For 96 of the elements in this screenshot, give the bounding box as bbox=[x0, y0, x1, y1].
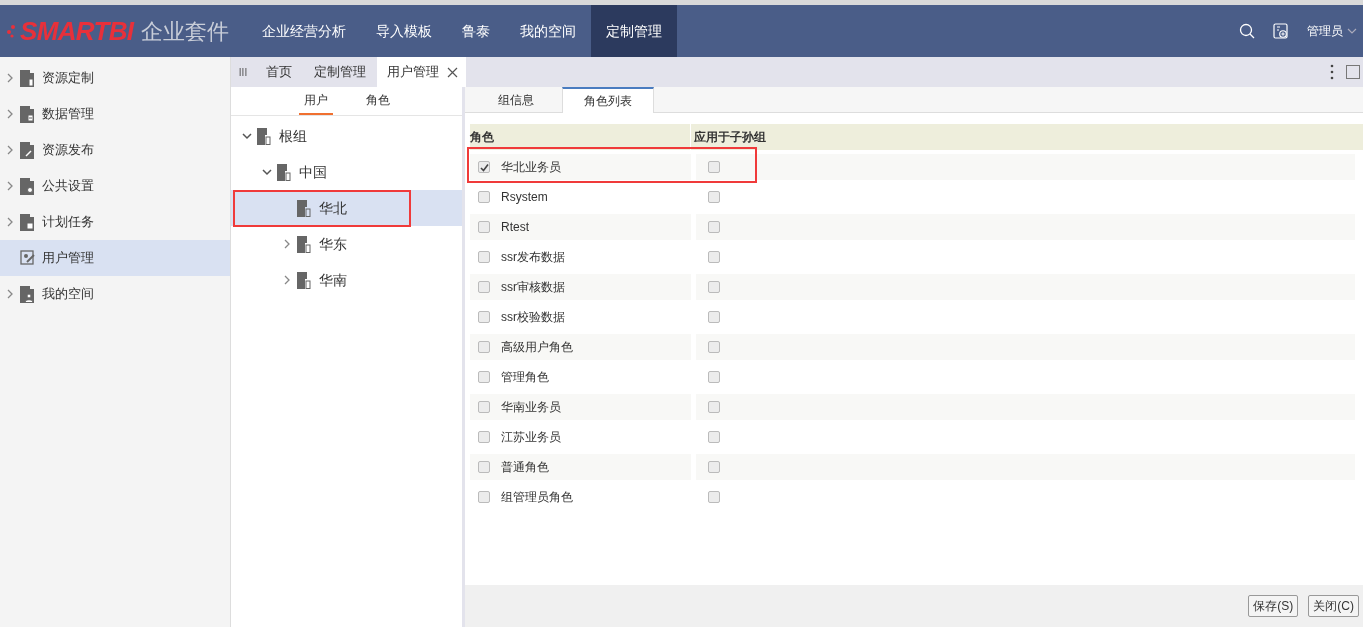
table-cell-text: ssr审核数据 bbox=[501, 279, 565, 296]
table-cell-text: Rsystem bbox=[501, 189, 548, 206]
chevron-right-icon[interactable] bbox=[283, 239, 291, 249]
group-icon bbox=[277, 163, 291, 181]
drag-handle[interactable]: III bbox=[231, 57, 255, 87]
document-add-icon[interactable] bbox=[1273, 23, 1289, 39]
folder-icon bbox=[20, 105, 34, 123]
table-cell-text: 江苏业务员 bbox=[501, 429, 561, 446]
table-cell-text: 华南业务员 bbox=[501, 399, 561, 416]
panel-tab[interactable]: 用户 bbox=[298, 87, 333, 115]
action-button[interactable]: 关闭(C) bbox=[1308, 595, 1359, 617]
checkbox[interactable] bbox=[708, 221, 720, 233]
detail-tab[interactable]: 角色列表 bbox=[562, 87, 654, 113]
product-name: 企业套件 bbox=[141, 17, 230, 46]
folder-icon bbox=[20, 69, 34, 87]
column-header: 应用于子孙组 bbox=[694, 129, 766, 146]
action-button[interactable]: 保存(S) bbox=[1248, 595, 1299, 617]
close-icon[interactable] bbox=[447, 66, 458, 78]
checkbox[interactable] bbox=[708, 401, 720, 413]
checkbox[interactable] bbox=[708, 341, 720, 353]
table-cell-text: Rtest bbox=[501, 219, 529, 236]
nav-tab[interactable]: 企业经营分析 bbox=[247, 5, 362, 57]
sidebar-item[interactable]: 资源定制 bbox=[0, 60, 230, 96]
chevron-down-icon[interactable] bbox=[262, 168, 272, 176]
table-cell-text: 高级用户角色 bbox=[501, 339, 573, 356]
sidebar-item[interactable]: 资源发布 bbox=[0, 132, 230, 168]
nav-tab[interactable]: 定制管理 bbox=[591, 5, 678, 57]
folder-icon bbox=[20, 213, 34, 231]
sidebar-item[interactable]: 数据管理 bbox=[0, 96, 230, 132]
group-icon bbox=[257, 127, 271, 145]
checkbox[interactable] bbox=[478, 461, 490, 473]
checkbox[interactable] bbox=[708, 251, 720, 263]
chevron-right-icon[interactable] bbox=[6, 289, 14, 299]
table-cell-text: 管理角色 bbox=[501, 369, 549, 386]
tree-node[interactable]: 根组 bbox=[231, 118, 462, 154]
chevron-right-icon[interactable] bbox=[6, 109, 14, 119]
sidebar-item[interactable]: 我的空间 bbox=[0, 276, 230, 312]
checkbox[interactable] bbox=[478, 491, 490, 503]
tree-node[interactable]: 中国 bbox=[231, 154, 462, 190]
nav-tab[interactable]: 我的空间 bbox=[505, 5, 592, 57]
detail-tab[interactable]: 组信息 bbox=[470, 87, 562, 112]
brand-logo: SMARTBI bbox=[20, 14, 134, 48]
page-tab[interactable]: 首页 bbox=[255, 57, 303, 87]
user-menu[interactable]: 管理员 bbox=[1307, 22, 1357, 40]
maximize-icon[interactable] bbox=[1346, 65, 1360, 79]
folder-icon bbox=[20, 285, 34, 303]
page-tab[interactable]: 用户管理 bbox=[377, 57, 466, 87]
table-cell-text: ssr校验数据 bbox=[501, 309, 565, 326]
group-icon bbox=[297, 235, 311, 253]
tree-node[interactable]: 华北 bbox=[231, 190, 462, 226]
more-options-icon[interactable] bbox=[1330, 64, 1334, 80]
nav-tab[interactable]: 鲁泰 bbox=[447, 5, 506, 57]
checkbox[interactable] bbox=[478, 191, 490, 203]
nav-tab[interactable]: 导入模板 bbox=[361, 5, 448, 57]
search-icon[interactable] bbox=[1239, 23, 1255, 39]
sidebar-item[interactable]: 公共设置 bbox=[0, 168, 230, 204]
checkbox[interactable] bbox=[478, 281, 490, 293]
chevron-right-icon[interactable] bbox=[6, 73, 14, 83]
checkbox[interactable] bbox=[708, 431, 720, 443]
chevron-down-icon[interactable] bbox=[242, 132, 252, 140]
chevron-right-icon[interactable] bbox=[6, 217, 14, 227]
checkbox[interactable] bbox=[708, 281, 720, 293]
checkbox[interactable] bbox=[478, 221, 490, 233]
chevron-right-icon[interactable] bbox=[6, 181, 14, 191]
table-cell-text: 组管理员角色 bbox=[501, 489, 573, 506]
checkbox[interactable] bbox=[708, 311, 720, 323]
checkbox[interactable] bbox=[478, 251, 490, 263]
tree-node[interactable]: 华东 bbox=[231, 226, 462, 262]
table-cell-text: 普通角色 bbox=[501, 459, 549, 476]
checkbox[interactable] bbox=[478, 431, 490, 443]
checkbox[interactable] bbox=[708, 491, 720, 503]
logo-dots-icon bbox=[6, 24, 16, 38]
panel-tab[interactable]: 角色 bbox=[360, 87, 395, 115]
chevron-right-icon[interactable] bbox=[283, 275, 291, 285]
column-header: 角色 bbox=[470, 129, 494, 146]
checkbox[interactable] bbox=[478, 401, 490, 413]
group-icon bbox=[297, 271, 311, 289]
page-tab[interactable]: 定制管理 bbox=[303, 57, 377, 87]
checkbox[interactable] bbox=[708, 161, 720, 173]
checkbox[interactable] bbox=[478, 161, 490, 173]
group-icon bbox=[297, 199, 311, 217]
table-cell-text: 华北业务员 bbox=[501, 159, 561, 176]
checkbox[interactable] bbox=[708, 371, 720, 383]
checkbox[interactable] bbox=[708, 191, 720, 203]
table-cell-text: ssr发布数据 bbox=[501, 249, 565, 266]
checkbox[interactable] bbox=[478, 341, 490, 353]
sidebar-item[interactable]: 计划任务 bbox=[0, 204, 230, 240]
checkbox[interactable] bbox=[478, 311, 490, 323]
sidebar-item[interactable]: 用户管理 bbox=[0, 240, 230, 276]
checkbox[interactable] bbox=[708, 461, 720, 473]
folder-icon bbox=[20, 177, 34, 195]
checkbox[interactable] bbox=[478, 371, 490, 383]
folder-icon bbox=[20, 141, 34, 159]
chevron-right-icon[interactable] bbox=[6, 145, 14, 155]
tree-node[interactable]: 华南 bbox=[231, 262, 462, 298]
user-edit-icon bbox=[20, 250, 36, 266]
